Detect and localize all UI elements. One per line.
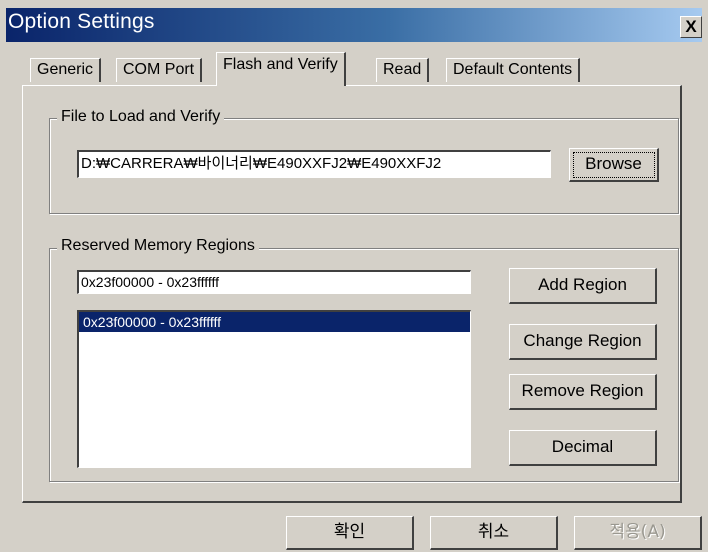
list-item[interactable]: 0x23f00000 - 0x23ffffff xyxy=(79,312,470,332)
change-region-button[interactable]: Change Region xyxy=(509,324,657,360)
file-path-input[interactable]: D:₩CARRERA₩바이너리₩E490XXFJ2₩E490XXFJ2 xyxy=(77,150,551,178)
file-group-label: File to Load and Verify xyxy=(57,108,225,126)
memory-group-label: Reserved Memory Regions xyxy=(57,237,259,255)
tab-flash-and-verify[interactable]: Flash and Verify xyxy=(216,52,346,86)
apply-label: 적용(A) xyxy=(609,522,666,542)
tab-label: Default Contents xyxy=(453,61,573,78)
apply-button[interactable]: 적용(A) xyxy=(574,516,702,550)
cancel-button[interactable]: 취소 xyxy=(430,516,558,550)
change-region-label: Change Region xyxy=(523,331,642,350)
tab-generic[interactable]: Generic xyxy=(30,58,102,82)
browse-label: Browse xyxy=(585,154,642,173)
ok-label: 확인 xyxy=(333,522,366,542)
add-region-button[interactable]: Add Region xyxy=(509,268,657,304)
tab-default-contents[interactable]: Default Contents xyxy=(446,58,581,82)
tab-label: COM Port xyxy=(123,61,195,78)
tab-label: Flash and Verify xyxy=(223,56,338,73)
tab-com-port[interactable]: COM Port xyxy=(116,58,203,82)
decimal-button[interactable]: Decimal xyxy=(509,430,657,466)
tab-label: Read xyxy=(383,61,422,78)
remove-region-button[interactable]: Remove Region xyxy=(509,374,657,410)
browse-button[interactable]: Browse xyxy=(569,148,659,182)
ok-button[interactable]: 확인 xyxy=(286,516,414,550)
remove-region-label: Remove Region xyxy=(521,381,644,400)
decimal-label: Decimal xyxy=(551,437,614,456)
cancel-label: 취소 xyxy=(477,522,510,542)
region-input[interactable]: 0x23f00000 - 0x23ffffff xyxy=(77,270,471,294)
close-icon: X xyxy=(685,17,697,36)
region-list[interactable]: 0x23f00000 - 0x23ffffff xyxy=(77,310,471,468)
flash-and-verify-panel: File to Load and Verify D:₩CARRERA₩바이너리₩… xyxy=(22,85,682,503)
add-region-label: Add Region xyxy=(538,275,627,294)
tab-read[interactable]: Read xyxy=(376,58,430,82)
tab-label: Generic xyxy=(37,61,94,78)
title-bar[interactable]: Option Settings X xyxy=(6,8,702,42)
option-settings-window: Option Settings X Generic COM Port Flash… xyxy=(0,0,708,552)
close-button[interactable]: X xyxy=(680,16,702,38)
window-title: Option Settings xyxy=(8,10,155,33)
